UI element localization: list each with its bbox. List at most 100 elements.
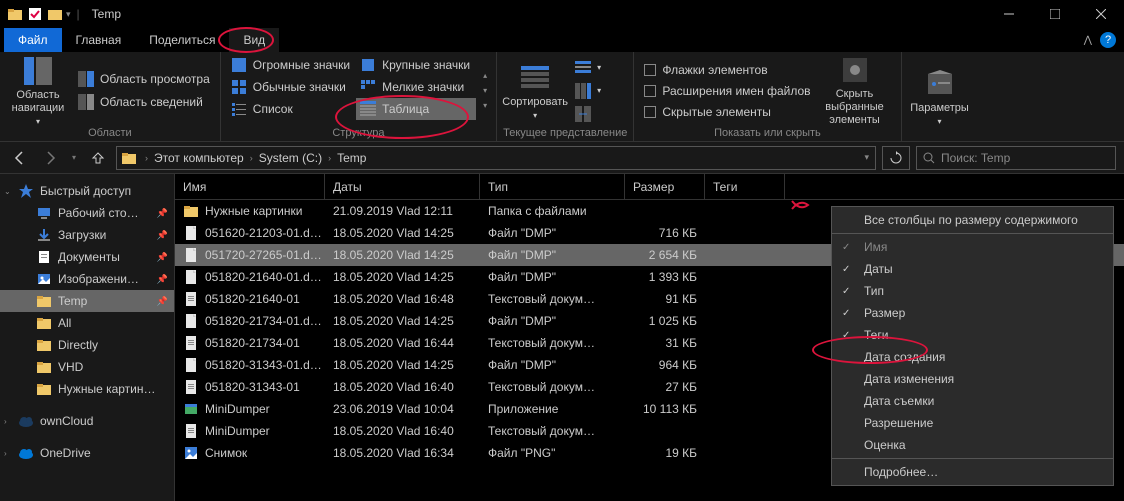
forward-button[interactable] [38, 146, 62, 170]
folder-icon [36, 315, 52, 331]
pin-icon: 📌 [157, 230, 168, 241]
group-by-button[interactable]: ▾ [571, 58, 605, 78]
layout-huge[interactable]: Огромные значки [227, 54, 354, 76]
menu-home[interactable]: Главная [62, 28, 136, 52]
qa-dropdown-icon[interactable] [46, 5, 64, 23]
sidebar: ⌄ Быстрый доступ Рабочий сто…📌Загрузки📌Д… [0, 174, 175, 501]
txt-icon [183, 291, 199, 307]
sidebar-item[interactable]: Нужные картин… [0, 378, 174, 400]
col-date[interactable]: Даты [325, 174, 480, 199]
ctx-col-type[interactable]: ✓Тип [832, 280, 1113, 302]
sidebar-item[interactable]: Рабочий сто…📌 [0, 202, 174, 224]
pictures-icon [36, 271, 52, 287]
hidden-items-toggle[interactable]: Скрытые элементы [640, 103, 814, 121]
nav-pane-button[interactable]: Область навигации ▾ [6, 54, 70, 127]
ctx-col-date[interactable]: ✓Даты [832, 258, 1113, 280]
layout-up-icon[interactable]: ▴ [480, 68, 490, 83]
layout-normal[interactable]: Обычные значки [227, 76, 354, 98]
sidebar-item[interactable]: Directly [0, 334, 174, 356]
ctx-col-rating[interactable]: Оценка [832, 434, 1113, 456]
txt-icon [183, 379, 199, 395]
breadcrumb-seg[interactable]: System (C:) [255, 151, 326, 165]
search-input[interactable]: Поиск: Temp [916, 146, 1116, 170]
file-extensions-toggle[interactable]: Расширения имен файлов [640, 82, 814, 100]
sidebar-item[interactable]: Изображени…📌 [0, 268, 174, 290]
preview-pane-button[interactable]: Область просмотра [74, 69, 214, 89]
chevron-down-icon: ▾ [533, 111, 537, 120]
fit-columns-button[interactable] [571, 104, 605, 124]
history-dropdown[interactable]: ▾ [68, 146, 80, 170]
txt-icon [183, 335, 199, 351]
column-context-menu: Все столбцы по размеру содержимого ✓Имя … [831, 206, 1114, 486]
ctx-fit-columns[interactable]: Все столбцы по размеру содержимого [832, 209, 1113, 231]
menubar: Файл Главная Поделиться Вид ⋀ ? [0, 28, 1124, 52]
sidebar-item[interactable]: Документы📌 [0, 246, 174, 268]
pin-icon: 📌 [157, 208, 168, 219]
ctx-col-size[interactable]: ✓Размер [832, 302, 1113, 324]
breadcrumb[interactable]: › Этот компьютер › System (C:) › Temp ▾ [116, 146, 876, 170]
layout-table[interactable]: Таблица [356, 98, 476, 120]
minimize-button[interactable] [986, 0, 1032, 28]
layout-large[interactable]: Крупные значки [356, 54, 476, 76]
layout-more-icon[interactable]: ▾ [480, 98, 490, 113]
file-icon [183, 357, 199, 373]
ctx-col-modified[interactable]: Дата изменения [832, 368, 1113, 390]
folder-icon [36, 359, 52, 375]
ctx-col-tags[interactable]: ✓Теги [832, 324, 1113, 346]
col-tags[interactable]: Теги [705, 174, 785, 199]
sidebar-item[interactable]: VHD [0, 356, 174, 378]
sidebar-quick-access[interactable]: ⌄ Быстрый доступ [0, 180, 174, 202]
pin-icon: 📌 [157, 252, 168, 263]
layout-list[interactable]: Список [227, 98, 354, 120]
add-columns-button[interactable]: ▾ [571, 81, 605, 101]
breadcrumb-dropdown[interactable]: ▾ [862, 152, 871, 163]
maximize-button[interactable] [1032, 0, 1078, 28]
sidebar-item[interactable]: All [0, 312, 174, 334]
col-type[interactable]: Тип [480, 174, 625, 199]
folder-icon [36, 293, 52, 309]
titlebar: ▾ | Temp [0, 0, 1124, 28]
collapse-ribbon-icon[interactable]: ⋀ [1084, 35, 1092, 46]
breadcrumb-seg[interactable]: Temp [333, 151, 370, 165]
documents-icon [36, 249, 52, 265]
star-icon [18, 183, 34, 199]
file-icon [183, 269, 199, 285]
ctx-more[interactable]: Подробнее… [832, 461, 1113, 483]
sidebar-onedrive[interactable]: › OneDrive [0, 442, 174, 464]
layout-small[interactable]: Мелкие значки [356, 76, 476, 98]
pin-icon: 📌 [157, 274, 168, 285]
breadcrumb-seg[interactable]: Этот компьютер [150, 151, 248, 165]
sidebar-item[interactable]: Загрузки📌 [0, 224, 174, 246]
sidebar-item[interactable]: Temp📌 [0, 290, 174, 312]
menu-view[interactable]: Вид [229, 28, 279, 52]
details-pane-button[interactable]: Область сведений [74, 92, 214, 112]
window-title: Temp [92, 7, 121, 21]
item-checkboxes-toggle[interactable]: Флажки элементов [640, 61, 814, 79]
layout-down-icon[interactable]: ▾ [480, 83, 490, 98]
options-button[interactable]: Параметры ▾ [908, 54, 972, 139]
menu-file[interactable]: Файл [4, 28, 62, 52]
ctx-col-perm[interactable]: Разрешение [832, 412, 1113, 434]
hide-selected-button[interactable]: Скрыть выбранные элементы [815, 54, 895, 127]
col-size[interactable]: Размер [625, 174, 705, 199]
back-button[interactable] [8, 146, 32, 170]
ctx-col-created[interactable]: Дата создания [832, 346, 1113, 368]
chevron-down-icon: ▾ [36, 117, 40, 126]
up-button[interactable] [86, 146, 110, 170]
txt-icon [183, 423, 199, 439]
properties-icon[interactable] [26, 5, 44, 23]
ctx-col-name[interactable]: ✓Имя [832, 236, 1113, 258]
navbar: ▾ › Этот компьютер › System (C:) › Temp … [0, 142, 1124, 174]
cloud-icon [18, 413, 34, 429]
sort-button[interactable]: Сортировать ▾ [503, 54, 567, 127]
refresh-button[interactable] [882, 146, 910, 170]
col-name[interactable]: Имя [175, 174, 325, 199]
help-button[interactable]: ? [1100, 32, 1116, 48]
close-button[interactable] [1078, 0, 1124, 28]
ctx-col-taken[interactable]: Дата съемки [832, 390, 1113, 412]
chevron-down-icon[interactable]: ▾ [66, 9, 71, 20]
sidebar-owncloud[interactable]: › ownCloud [0, 410, 174, 432]
folder-icon [36, 381, 52, 397]
menu-share[interactable]: Поделиться [135, 28, 229, 52]
folder-icon [6, 5, 24, 23]
